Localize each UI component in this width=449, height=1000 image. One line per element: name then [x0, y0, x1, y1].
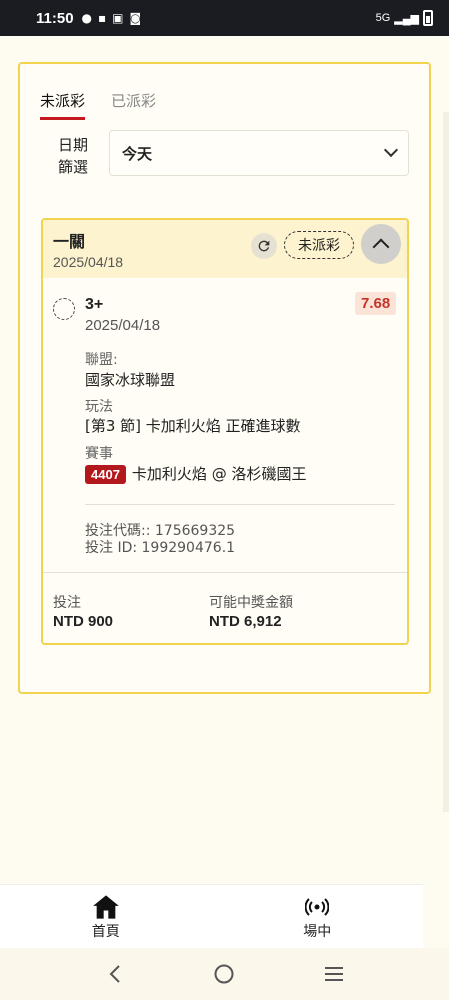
back-icon[interactable] — [100, 959, 130, 989]
news-icon: ▪ — [98, 11, 107, 25]
stake-value: NTD 900 — [53, 613, 114, 630]
recents-icon[interactable] — [319, 959, 349, 989]
network-label: 5G — [375, 12, 391, 24]
selection-radio[interactable] — [53, 298, 75, 320]
league-label: 聯盟: — [85, 352, 118, 368]
status-time: 11:50 — [36, 9, 74, 27]
chat-icon: ● — [81, 11, 93, 25]
date-filter-label-line1: 日期 — [57, 136, 88, 154]
bet-card-header: 一關 2025/04/18 未派彩 — [43, 220, 407, 278]
bet-id: 投注 ID: 199290476.1 — [85, 540, 236, 556]
system-nav-bar — [0, 948, 449, 1000]
signal-icon: ▂▄▆ — [394, 12, 419, 25]
bets-panel: 未派彩 已派彩 日期 篩選 今天 一關 2025/04/18 未派彩 3+ 20… — [18, 62, 431, 694]
payout-value: NTD 6,912 — [209, 613, 282, 630]
market-value: [第3 節] 卡加利火焰 正確進球數 — [85, 417, 301, 435]
nav-home[interactable]: 首頁 — [0, 885, 212, 948]
date-filter-label: 日期 篩選 — [53, 134, 93, 178]
event-id-badge: 4407 — [85, 465, 126, 484]
odds-badge: 7.68 — [355, 292, 397, 315]
chevron-up-icon — [372, 238, 390, 256]
status-right: 5G ▂▄▆ — [376, 10, 433, 26]
status-bar: 11:50 ● ▪ ▣ ◙ 5G ▂▄▆ — [0, 0, 449, 36]
nav-live[interactable]: 場中 — [212, 885, 424, 948]
scrollbar[interactable] — [443, 112, 449, 812]
chevron-down-icon — [383, 142, 399, 158]
home-circle-icon[interactable] — [209, 959, 239, 989]
collapse-button[interactable] — [361, 224, 401, 264]
tab-settled[interactable]: 已派彩 — [111, 90, 156, 120]
nav-home-label: 首頁 — [91, 923, 120, 940]
date-filter-value: 今天 — [122, 144, 153, 163]
date-filter-select[interactable]: 今天 — [109, 130, 409, 176]
selection-name: 3+ — [85, 296, 104, 313]
battery-icon — [423, 10, 433, 26]
selection-date: 2025/04/18 — [85, 317, 161, 334]
divider — [85, 504, 395, 505]
date-filter-label-line2: 篩選 — [57, 158, 88, 176]
event-row: 4407 卡加利火焰 @ 洛杉磯國王 — [85, 463, 306, 484]
event-name: 卡加利火焰 @ 洛杉磯國王 — [131, 465, 307, 483]
league-value: 國家冰球聯盟 — [85, 371, 176, 389]
live-icon — [305, 893, 330, 921]
stake-label: 投注 — [53, 595, 81, 611]
status-badge: 未派彩 — [284, 231, 354, 259]
home-icon — [92, 893, 120, 921]
market-label: 玩法 — [85, 399, 113, 415]
media-icon: ◙ — [129, 11, 142, 25]
footer-divider — [43, 572, 407, 573]
nav-live-label: 場中 — [303, 923, 332, 940]
event-label: 賽事 — [85, 446, 113, 462]
payout-label: 可能中獎金額 — [209, 595, 293, 611]
bottom-nav: 首頁 場中 — [0, 884, 423, 948]
tab-unsettled[interactable]: 未派彩 — [40, 90, 86, 120]
tab-bar: 未派彩 已派彩 — [40, 90, 156, 120]
app-icon: ▣ — [112, 11, 124, 25]
refresh-icon[interactable] — [251, 233, 277, 259]
bet-card: 一關 2025/04/18 未派彩 3+ 2025/04/18 7.68 聯盟:… — [41, 218, 409, 645]
